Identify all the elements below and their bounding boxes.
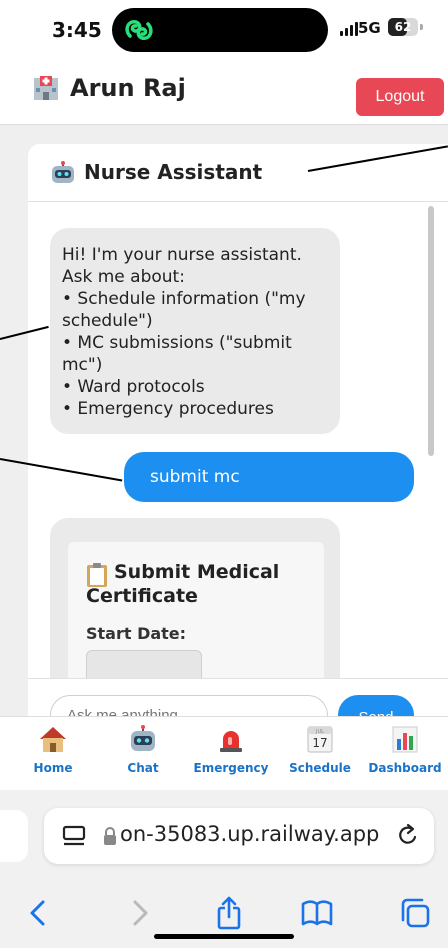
bot-message-line: • Emergency procedures bbox=[62, 399, 274, 419]
chat-input-bar: Send bbox=[28, 678, 448, 716]
nav-label-dashboard: Dashboard bbox=[368, 761, 442, 775]
bot-message-line: schedule") bbox=[62, 311, 153, 331]
nav-item-chat[interactable]: Chat bbox=[100, 725, 186, 775]
nav-item-schedule[interactable]: JUL 17 Schedule bbox=[277, 725, 363, 775]
chat-scrollbar[interactable] bbox=[428, 206, 434, 456]
bot-message-line: Ask me about: bbox=[62, 267, 185, 287]
hospital-icon bbox=[34, 76, 58, 100]
chat-title: Nurse Assistant bbox=[84, 160, 263, 184]
chat-card: Nurse Assistant Hi! I'm your nurse assis… bbox=[28, 144, 448, 716]
app-header: Arun Raj Logout bbox=[0, 60, 448, 124]
dynamic-island bbox=[112, 8, 328, 52]
user-message-bubble: submit mc bbox=[124, 452, 414, 502]
battery-tip bbox=[420, 24, 423, 30]
home-indicator bbox=[154, 934, 294, 939]
nav-item-home[interactable]: Home bbox=[10, 725, 96, 775]
bot-message-line: mc") bbox=[62, 355, 103, 375]
calendar-day: 17 bbox=[312, 736, 327, 750]
chat-input[interactable] bbox=[50, 695, 328, 716]
siren-icon bbox=[220, 731, 242, 752]
logout-button[interactable]: Logout bbox=[356, 78, 444, 116]
share-icon[interactable] bbox=[212, 896, 246, 930]
username: Arun Raj bbox=[70, 74, 186, 102]
bookmarks-icon[interactable] bbox=[300, 896, 334, 930]
bot-message-line: • MC submissions ("submit bbox=[62, 333, 292, 353]
tabs-icon[interactable] bbox=[398, 896, 432, 930]
bottom-nav: Home Chat Emergency JUL 17 Schedule Dash… bbox=[0, 716, 448, 790]
lock-icon bbox=[104, 827, 116, 845]
page-menu-icon[interactable] bbox=[62, 824, 86, 848]
forward-icon[interactable] bbox=[122, 896, 156, 930]
start-date-label: Start Date: bbox=[86, 624, 187, 643]
battery-level: 62 bbox=[394, 20, 412, 34]
nav-label-chat: Chat bbox=[127, 761, 159, 775]
robot-icon bbox=[131, 725, 155, 751]
previous-tab-peek[interactable] bbox=[0, 810, 28, 862]
form-title: Submit Medical Certificate bbox=[86, 561, 280, 607]
chat-header: Nurse Assistant bbox=[28, 144, 448, 202]
reload-icon[interactable] bbox=[396, 823, 420, 849]
battery-icon: 62 bbox=[388, 18, 418, 36]
nav-item-emergency[interactable]: Emergency bbox=[188, 725, 274, 775]
browser-chrome: on-35083.up.railway.app bbox=[0, 790, 448, 948]
user-info: Arun Raj bbox=[32, 74, 186, 102]
nav-label-home: Home bbox=[33, 761, 73, 775]
signal-icon bbox=[340, 20, 358, 36]
nav-label-schedule: Schedule bbox=[289, 761, 351, 775]
app-logo-icon bbox=[125, 20, 153, 40]
home-icon bbox=[40, 727, 66, 752]
network-type: 5G bbox=[358, 19, 381, 37]
bot-message-line: • Schedule information ("my bbox=[62, 289, 306, 309]
back-icon[interactable] bbox=[22, 896, 56, 930]
bot-message-line: Hi! I'm your nurse assistant. bbox=[62, 245, 302, 265]
bot-message-bubble: Hi! I'm your nurse assistant. Ask me abo… bbox=[50, 228, 340, 434]
address-bar[interactable]: on-35083.up.railway.app bbox=[44, 808, 434, 864]
bar-chart-icon bbox=[392, 726, 418, 753]
send-button[interactable]: Send bbox=[338, 695, 414, 716]
bot-message-line: • Ward protocols bbox=[62, 377, 205, 397]
nav-label-emergency: Emergency bbox=[193, 761, 269, 775]
calendar-month: JUL bbox=[315, 729, 324, 735]
status-time: 3:45 bbox=[52, 18, 102, 42]
url-text: on-35083.up.railway.app bbox=[120, 822, 380, 846]
nav-item-dashboard[interactable]: Dashboard bbox=[362, 725, 448, 775]
status-bar: 3:45 5G 62 bbox=[0, 0, 448, 60]
calendar-icon: JUL 17 bbox=[307, 726, 333, 753]
robot-icon bbox=[52, 161, 74, 183]
